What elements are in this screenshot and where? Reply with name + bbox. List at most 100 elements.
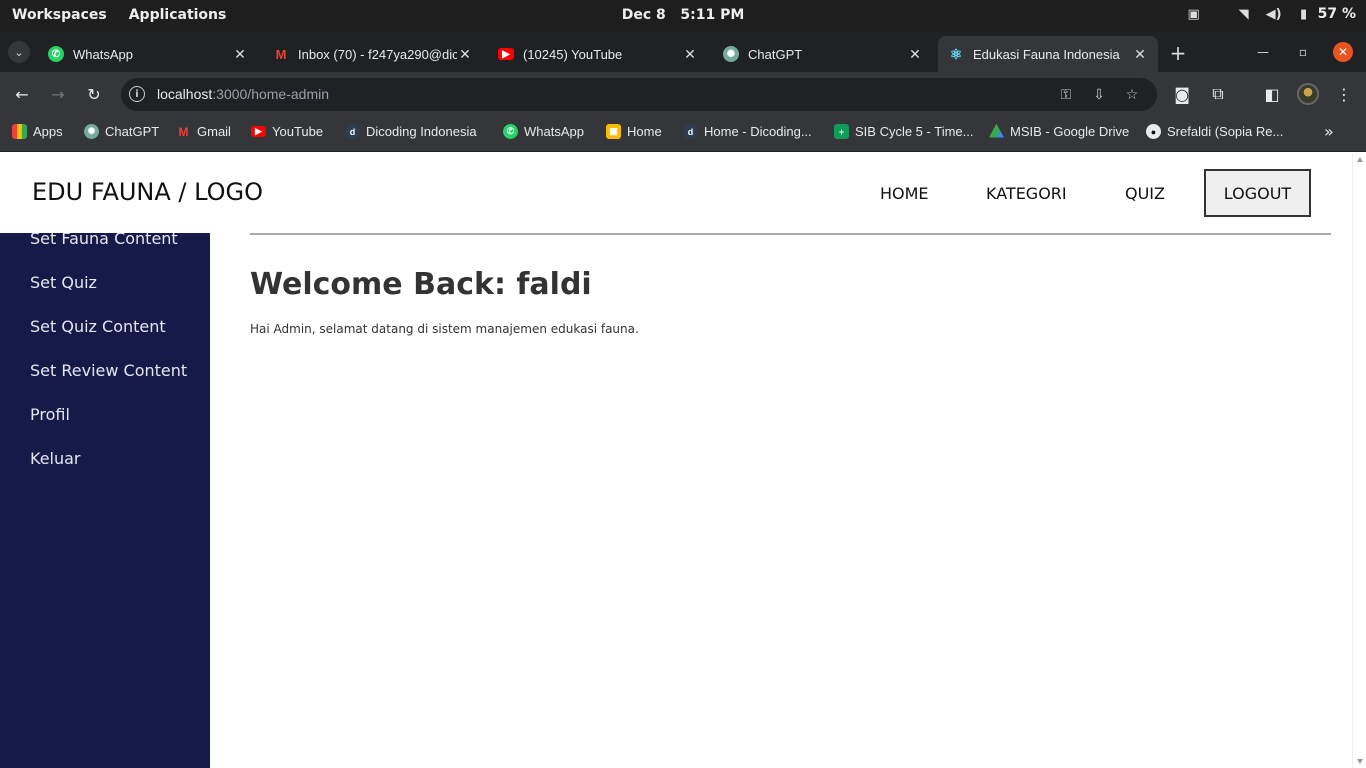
tab-chatgpt[interactable]: ✺ ChatGPT ✕ [713,36,933,72]
tab-title: (10245) YouTube [523,46,623,62]
site-info-icon[interactable]: i [129,86,145,102]
bookmark-label: Dicoding Indonesia [366,124,477,139]
whatsapp-icon: ✆ [503,124,518,139]
react-icon: ⚛ [949,45,963,62]
youtube-icon: ▶ [498,48,514,60]
page-scrollbar[interactable] [1352,153,1366,768]
tab-youtube[interactable]: ▶ (10245) YouTube ✕ [488,36,708,72]
sidebar-item-set-quiz-content[interactable]: Set Quiz Content [30,317,166,336]
whatsapp-icon: ✆ [48,46,64,62]
scroll-up-arrow-icon[interactable] [1357,157,1363,162]
bookmark-msib-drive[interactable]: MSIB - Google Drive [989,124,1129,139]
bookmark-label: Srefaldi (Sopia Re... [1167,124,1284,139]
close-icon[interactable]: ✕ [907,46,923,62]
battery-icon[interactable]: ▮ [1296,6,1312,22]
drive-icon [989,124,1004,138]
address-bar[interactable]: i localhost:3000/home-admin ⚿ ⇩ ☆ [121,78,1157,111]
date-label: Dec 8 [621,7,666,23]
nav-quiz-link[interactable]: QUIZ [1125,184,1165,203]
install-app-icon[interactable]: ⇩ [1090,86,1108,104]
bookmark-github[interactable]: ● Srefaldi (Sopia Re... [1146,124,1283,139]
side-panel-icon[interactable]: ◧ [1261,83,1283,105]
bookmark-label: MSIB - Google Drive [1010,124,1130,139]
browser-toolbar: ← → ↻ i localhost:3000/home-admin ⚿ ⇩ ☆ … [0,72,1366,116]
reload-button[interactable]: ↻ [83,83,105,105]
dicoding-icon: d [683,124,698,139]
bookmark-star-icon[interactable]: ☆ [1123,86,1141,104]
time-label: 5:11 PM [680,7,745,23]
youtube-icon: ▶ [251,126,266,137]
header-divider [250,233,1331,235]
sidebar-item-set-quiz[interactable]: Set Quiz [30,273,97,292]
bookmark-home-classroom[interactable]: ▣ Home [606,124,662,139]
display-icon[interactable]: ▣ [1186,6,1202,22]
more-bookmarks-chevron-icon[interactable]: » [1324,122,1334,141]
maximize-button[interactable]: ▫ [1293,42,1313,62]
logout-button[interactable]: LOGOUT [1204,169,1311,217]
scroll-down-arrow-icon[interactable] [1357,759,1363,764]
bookmark-home-dicoding[interactable]: d Home - Dicoding... [683,124,812,139]
tab-whatsapp[interactable]: ✆ WhatsApp ✕ [38,36,258,72]
applications-menu[interactable]: Applications [129,7,227,23]
bookmark-label: YouTube [272,124,324,139]
close-icon[interactable]: ✕ [1132,46,1148,62]
tab-strip: ⌄ ✆ WhatsApp ✕ M Inbox (70) - f247ya290@… [0,32,1366,72]
bookmark-label: Home [627,124,662,139]
bookmark-label: Gmail [197,124,231,139]
url-host: localhost [157,86,213,102]
chatgpt-icon: ✺ [723,46,739,62]
bookmark-chatgpt[interactable]: ✺ ChatGPT [84,124,159,139]
chatgpt-icon: ✺ [84,124,99,139]
bookmark-label: ChatGPT [105,124,160,139]
forward-button[interactable]: → [47,83,69,105]
tab-gmail[interactable]: M Inbox (70) - f247ya290@dic ✕ [263,36,483,72]
bookmark-label: SIB Cycle 5 - Time... [855,124,974,139]
url-path: :3000/home-admin [212,86,330,102]
profile-avatar[interactable] [1297,83,1319,105]
sidebar-item-set-review-content[interactable]: Set Review Content [30,361,187,380]
bookmark-label: Home - Dicoding... [704,124,812,139]
os-top-bar: Workspaces Applications Dec 8 5:11 PM ▣ … [0,0,1366,32]
gmail-icon: M [275,46,287,62]
key-icon[interactable]: ⚿ [1057,86,1075,104]
nav-home-link[interactable]: HOME [880,184,929,203]
welcome-description: Hai Admin, selamat datang di sistem mana… [250,322,639,336]
workspaces-menu[interactable]: Workspaces [12,7,107,23]
bookmark-whatsapp[interactable]: ✆ WhatsApp [503,124,584,139]
bookmark-label: WhatsApp [524,124,584,139]
tab-search-button[interactable]: ⌄ [8,41,30,63]
tab-edukasi-fauna[interactable]: ⚛ Edukasi Fauna Indonesia ✕ [938,36,1158,72]
sidebar-item-profil[interactable]: Profil [30,405,70,424]
clock[interactable]: Dec 8 5:11 PM [622,7,745,23]
volume-icon[interactable]: ◀) [1266,6,1282,22]
bookmark-sib-cycle[interactable]: + SIB Cycle 5 - Time... [834,124,973,139]
page-viewport: EDU FAUNA / LOGO HOME KATEGORI QUIZ LOGO… [0,153,1352,768]
close-icon[interactable]: ✕ [232,46,248,62]
bookmark-apps[interactable]: Apps [12,124,63,139]
bookmark-gmail[interactable]: M Gmail [176,124,231,139]
url-text[interactable]: localhost:3000/home-admin [157,86,329,102]
new-tab-button[interactable]: + [1166,41,1190,65]
window-close-button[interactable]: ✕ [1333,42,1353,62]
bookmark-label: Apps [33,124,63,139]
bookmark-youtube[interactable]: ▶ YouTube [251,124,323,139]
sidebar-item-keluar[interactable]: Keluar [30,449,81,468]
tab-title: Inbox (70) - f247ya290@dic [298,46,457,62]
site-logo[interactable]: EDU FAUNA / LOGO [32,178,263,206]
bookmarks-bar: Apps ✺ ChatGPT M Gmail ▶ YouTube d Dicod… [0,116,1366,152]
dicoding-icon: d [345,124,360,139]
screenshot-icon[interactable]: ◙ [1171,83,1193,105]
sheets-icon: + [834,124,849,139]
minimize-button[interactable]: — [1253,42,1273,62]
github-icon: ● [1146,124,1161,139]
battery-percent: 57 % [1317,6,1356,22]
back-button[interactable]: ← [11,83,33,105]
close-icon[interactable]: ✕ [457,46,473,62]
menu-dots-icon[interactable]: ⋮ [1333,83,1355,105]
wifi-icon[interactable]: ◥ [1236,6,1252,22]
extensions-icon[interactable]: ⧉ [1207,83,1229,105]
gmail-icon: M [178,124,189,139]
close-icon[interactable]: ✕ [682,46,698,62]
bookmark-dicoding[interactable]: d Dicoding Indonesia [345,124,477,139]
nav-kategori-link[interactable]: KATEGORI [986,184,1067,203]
